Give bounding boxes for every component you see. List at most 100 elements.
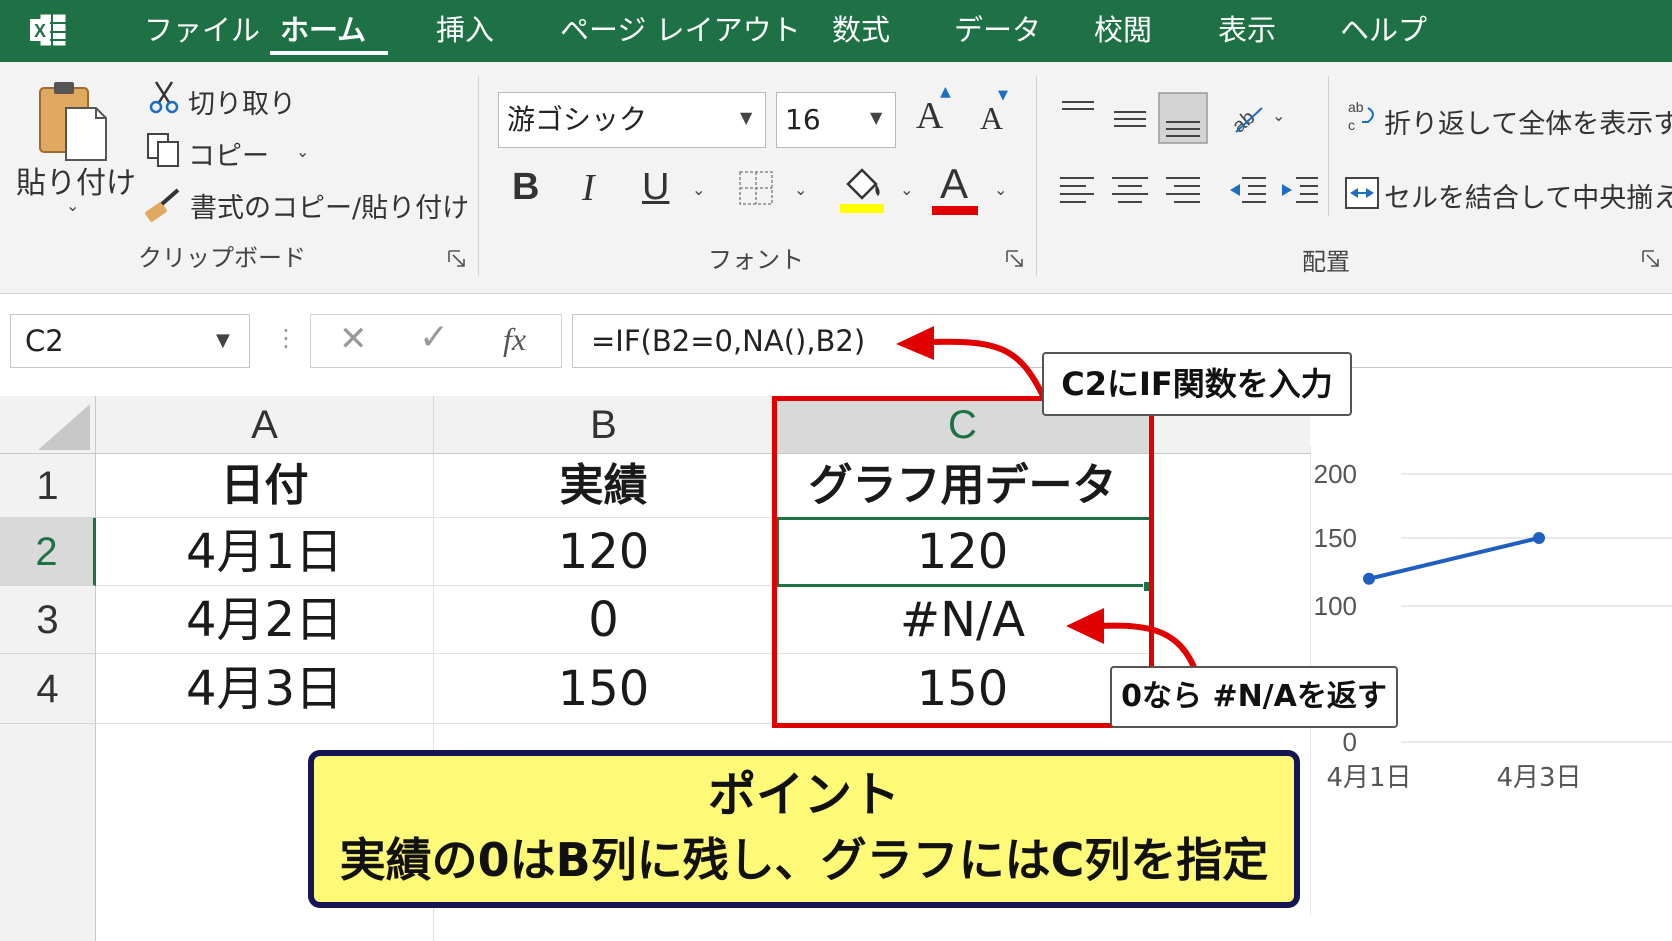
- insert-function-icon[interactable]: fx: [503, 321, 526, 358]
- enter-icon[interactable]: ✓: [419, 317, 449, 358]
- cell-a3[interactable]: 4月2日: [96, 586, 434, 654]
- top-align-icon[interactable]: [1056, 96, 1100, 136]
- orientation-dropdown-icon[interactable]: ⌄: [1272, 106, 1285, 125]
- bold-button[interactable]: B: [512, 166, 539, 209]
- name-box[interactable]: C2: [10, 314, 250, 368]
- cell-a4[interactable]: 4月3日: [96, 654, 434, 724]
- copy-button[interactable]: コピー: [188, 134, 269, 173]
- chart-y-tick-label: 100: [1314, 591, 1357, 621]
- formula-callout: C2にIF関数を入力: [1042, 352, 1352, 416]
- ribbon-divider: [1036, 76, 1037, 276]
- paste-icon[interactable]: [36, 78, 108, 164]
- borders-icon[interactable]: [736, 168, 776, 208]
- align-center-icon[interactable]: [1108, 172, 1152, 212]
- font-size-dropdown-icon[interactable]: ▼: [870, 108, 882, 127]
- excel-logo-icon[interactable]: X: [28, 10, 68, 50]
- tab-file[interactable]: ファイル: [144, 10, 260, 50]
- font-launcher-icon[interactable]: [1006, 250, 1024, 268]
- cut-button[interactable]: 切り取り: [188, 82, 296, 121]
- paste-dropdown-icon[interactable]: ⌄: [66, 196, 79, 215]
- middle-align-icon[interactable]: [1108, 96, 1152, 136]
- chart-y-tick-label: 0: [1343, 727, 1357, 757]
- shrink-font-button[interactable]: A: [980, 100, 1003, 137]
- wrap-text-icon: ab c: [1348, 99, 1374, 133]
- point-box: ポイント 実績の0はB列に残し、グラフにはC列を指定: [308, 750, 1300, 908]
- active-tab-indicator: [270, 51, 388, 55]
- chart-data-point: [1533, 532, 1545, 544]
- ribbon-divider: [478, 76, 479, 276]
- tab-help[interactable]: ヘルプ: [1340, 10, 1427, 50]
- chart-series-line: [1368, 536, 1540, 581]
- orientation-icon[interactable]: ab: [1228, 98, 1268, 138]
- logo-letter: X: [34, 21, 46, 41]
- format-painter-button[interactable]: 書式のコピー/貼り付け: [190, 186, 469, 225]
- font-name-dropdown-icon[interactable]: ▼: [740, 108, 752, 127]
- wrap-text-button[interactable]: 折り返して全体を表示する: [1384, 102, 1672, 141]
- shrink-font-caret-icon: ▼: [998, 88, 1008, 103]
- tab-data[interactable]: データ: [954, 10, 1041, 50]
- cancel-icon[interactable]: ✕: [339, 319, 368, 359]
- tab-view[interactable]: 表示: [1218, 10, 1276, 50]
- increase-indent-icon[interactable]: [1278, 172, 1322, 212]
- italic-button[interactable]: I: [582, 166, 595, 210]
- decrease-indent-icon[interactable]: [1226, 172, 1270, 212]
- merge-center-button[interactable]: セルを結合して中央揃え: [1384, 176, 1672, 215]
- chart-x-tick-label: 4月1日: [1326, 763, 1411, 793]
- align-right-icon[interactable]: [1160, 172, 1204, 212]
- svg-text:ab: ab: [1228, 106, 1259, 137]
- point-body: 実績の0はB列に残し、グラフにはC列を指定: [339, 833, 1269, 887]
- formula-buttons: ✕ ✓ fx: [310, 314, 562, 368]
- svg-text:ab: ab: [1348, 99, 1364, 115]
- copy-dropdown-icon[interactable]: ⌄: [296, 142, 309, 161]
- menu-bar: X ファイル ホーム 挿入 ページ レイアウト 数式 データ 校閲 表示 ヘルプ: [0, 0, 1672, 62]
- cell-a2[interactable]: 4月1日: [96, 518, 434, 586]
- copy-icon: [147, 133, 179, 167]
- cell-a1[interactable]: 日付: [96, 454, 434, 518]
- select-all-triangle-icon: [38, 404, 90, 450]
- merge-center-icon: [1345, 177, 1379, 209]
- chart-y-tick-label: 150: [1314, 523, 1357, 553]
- row-header-3[interactable]: 3: [0, 586, 96, 654]
- row-header-4[interactable]: 4: [0, 654, 96, 724]
- bottom-align-icon[interactable]: [1158, 92, 1208, 144]
- name-box-dropdown-icon[interactable]: ▼: [216, 330, 230, 351]
- column-header-b[interactable]: B: [434, 396, 774, 454]
- cell-b2[interactable]: 120: [434, 518, 774, 586]
- align-left-icon[interactable]: [1056, 172, 1100, 212]
- underline-button[interactable]: U: [642, 166, 669, 209]
- alignment-launcher-icon[interactable]: [1642, 250, 1660, 268]
- font-color-dropdown-icon[interactable]: ⌄: [994, 180, 1007, 199]
- tab-insert[interactable]: 挿入: [436, 10, 494, 50]
- font-name-select[interactable]: 游ゴシック: [498, 92, 766, 148]
- name-box-value: C2: [25, 324, 64, 358]
- tab-page-layout[interactable]: ページ レイアウト: [560, 10, 801, 50]
- formula-bar-grip-icon[interactable]: ⋮: [274, 324, 298, 352]
- point-title: ポイント: [707, 767, 900, 823]
- row-header-5[interactable]: [0, 724, 96, 941]
- alignment-group-label: 配置: [1302, 248, 1350, 276]
- column-c-highlight: [772, 396, 1154, 728]
- tab-home[interactable]: ホーム: [280, 10, 366, 50]
- cell-b4[interactable]: 150: [434, 654, 774, 724]
- select-all-corner[interactable]: [0, 396, 96, 454]
- format-painter-icon: [145, 188, 180, 222]
- column-header-a[interactable]: A: [96, 396, 434, 454]
- fill-color-dropdown-icon[interactable]: ⌄: [900, 180, 913, 199]
- tab-formulas[interactable]: 数式: [832, 10, 890, 50]
- clipboard-launcher-icon[interactable]: [448, 250, 466, 268]
- font-color-swatch: [932, 206, 978, 215]
- merge-center-dropdown-icon[interactable]: ⌄: [1636, 182, 1649, 201]
- cell-b1[interactable]: 実績: [434, 454, 774, 518]
- ribbon-divider: [1328, 76, 1329, 216]
- clipboard-group-label: クリップボード: [138, 244, 306, 272]
- underline-dropdown-icon[interactable]: ⌄: [692, 180, 705, 199]
- grow-font-button[interactable]: A: [916, 94, 943, 138]
- fill-color-icon[interactable]: [838, 162, 886, 214]
- font-color-button[interactable]: A: [940, 160, 968, 208]
- formula-bar: C2 ▼ ⋮ ✕ ✓ fx =IF(B2=0,NA(),B2): [0, 294, 1672, 376]
- borders-dropdown-icon[interactable]: ⌄: [794, 180, 807, 199]
- row-header-2[interactable]: 2: [0, 518, 96, 586]
- tab-review[interactable]: 校閲: [1094, 10, 1152, 50]
- row-header-1[interactable]: 1: [0, 454, 96, 518]
- cell-b3[interactable]: 0: [434, 586, 774, 654]
